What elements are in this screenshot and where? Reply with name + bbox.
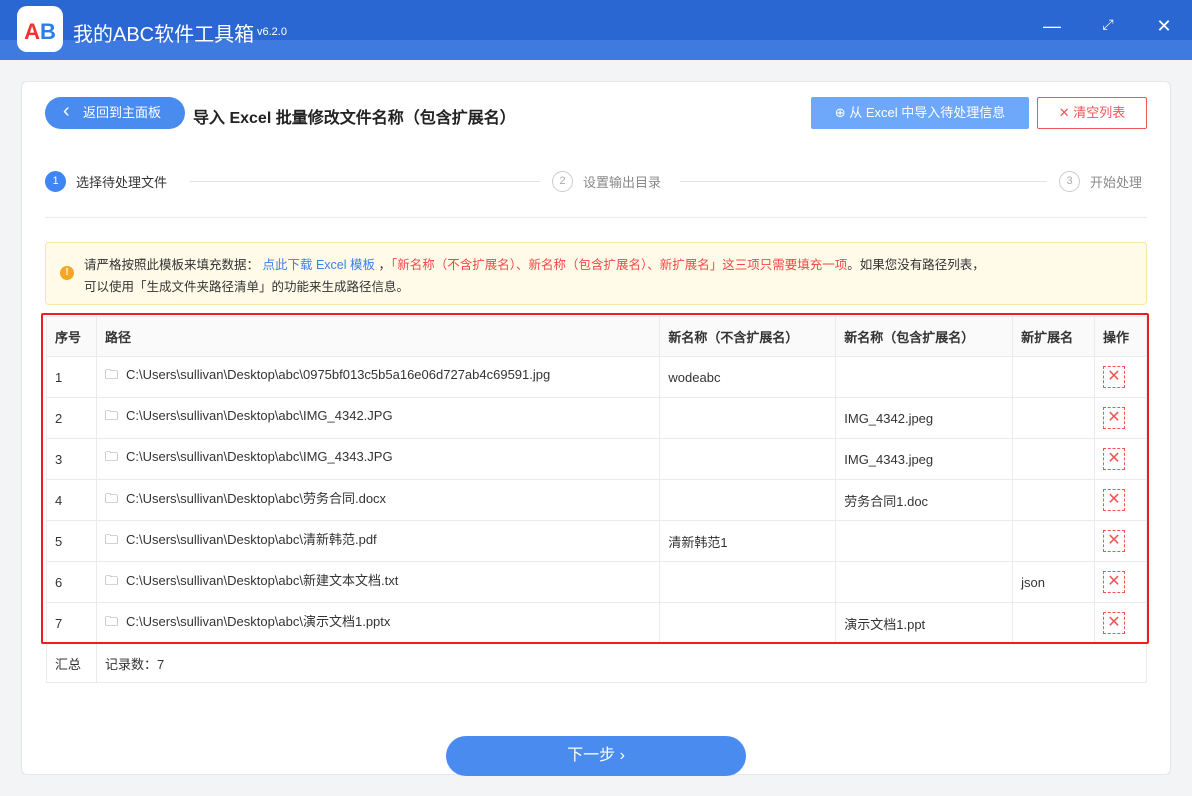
warning-icon: ! xyxy=(60,266,74,280)
app-title: 我的ABC软件工具箱 xyxy=(73,24,255,46)
step-number: 1 xyxy=(45,171,66,192)
step-number: 3 xyxy=(1059,171,1080,192)
next-label: 下一步 xyxy=(567,747,616,764)
summary-row: 汇总 记录数：7 xyxy=(46,643,1148,683)
record-count: 记录数：7 xyxy=(95,643,1148,683)
minimize-icon[interactable]: — xyxy=(1040,16,1064,37)
import-label: 从 Excel 中导入待处理信息 xyxy=(849,105,1006,120)
step-3: 3 开始处理 xyxy=(1059,171,1142,192)
app-version: v6.2.0 xyxy=(257,26,287,38)
notice-banner: ! 请严格按照此模板来填充数据： 点此下载 Excel 模板 ，「新名称（不含扩… xyxy=(45,242,1147,305)
step-1: 1 选择待处理文件 xyxy=(45,171,167,192)
app-logo: AB xyxy=(17,6,63,52)
back-button[interactable]: 返回到主面板 xyxy=(45,95,185,129)
notice-text: 请严格按照此模板来填充数据： xyxy=(84,258,260,272)
step-divider xyxy=(190,181,540,182)
notice-text: 可以使用「生成文件夹路径清单」的功能来生成路径信息。 xyxy=(84,280,410,294)
import-excel-button[interactable]: ⊕ 从 Excel 中导入待处理信息 xyxy=(811,97,1029,129)
notice-text: ， xyxy=(378,258,392,272)
download-template-link[interactable]: 点此下载 Excel 模板 xyxy=(263,258,376,272)
maximize-icon[interactable]: ⤢ xyxy=(1096,16,1120,33)
step-number: 2 xyxy=(552,171,573,192)
x-icon: ✕ xyxy=(1058,105,1074,120)
page-title: 导入 Excel 批量修改文件名称（包含扩展名） xyxy=(193,110,516,127)
close-icon[interactable]: ✕ xyxy=(1152,16,1176,37)
step-label: 设置输出目录 xyxy=(583,175,662,190)
next-step-button[interactable]: 下一步 › xyxy=(446,736,746,776)
step-label: 选择待处理文件 xyxy=(76,175,168,190)
step-label: 开始处理 xyxy=(1090,175,1143,190)
step-divider xyxy=(680,181,1047,182)
summary-label: 汇总 xyxy=(46,643,97,683)
step-2: 2 设置输出目录 xyxy=(552,171,661,192)
title-bar: AB 我的ABC软件工具箱 v6.2.0 — ⤢ ✕ xyxy=(0,0,1192,60)
notice-highlight: 「新名称（不含扩展名）、新名称（包含扩展名）、新扩展名」这三项只需要填充一项 xyxy=(391,258,848,272)
arrow-right-circle-icon: › xyxy=(619,747,625,764)
clear-label: 清空列表 xyxy=(1073,105,1126,120)
table-highlight-border xyxy=(41,313,1149,644)
divider xyxy=(45,217,1147,218)
clear-list-button[interactable]: ✕ 清空列表 xyxy=(1037,97,1147,129)
notice-text: 。如果您没有路径列表， xyxy=(847,258,985,272)
plus-circle-icon: ⊕ xyxy=(834,105,850,120)
